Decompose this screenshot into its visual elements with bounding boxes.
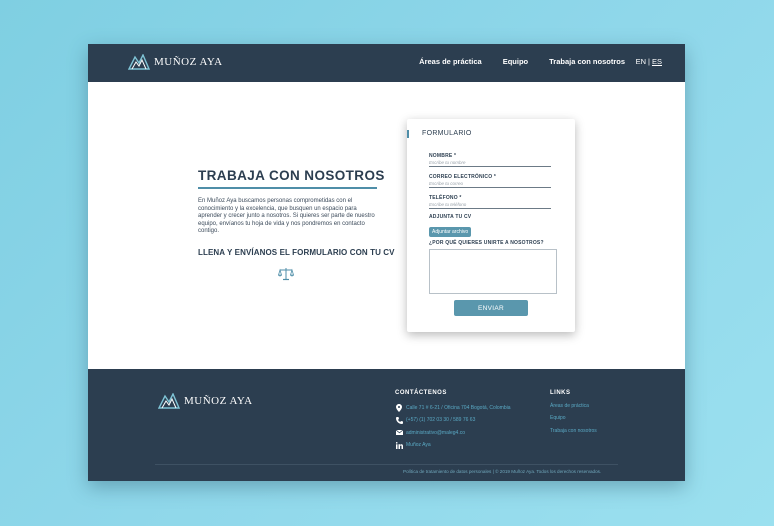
footer-links: Áreas de práctica Equipo Trabaja con nos… <box>550 402 597 439</box>
contact-address: Calle 71 # 6-21 / Oficina 704 Bogotá, Co… <box>395 402 511 414</box>
send-button[interactable]: ENVIAR <box>454 300 528 316</box>
lang-es[interactable]: ES <box>652 57 662 66</box>
brand-logo[interactable]: MUÑOZ AYA <box>128 54 223 70</box>
mountain-logo-icon <box>158 393 180 409</box>
browser-window: MUÑOZ AYA Áreas de práctica Equipo Traba… <box>88 44 685 481</box>
footer-brand-name: MUÑOZ AYA <box>184 395 253 407</box>
site-header: MUÑOZ AYA Áreas de práctica Equipo Traba… <box>88 44 685 82</box>
contact-email: administrativo@maleg4.co <box>395 427 511 439</box>
form-callout: LLENA Y ENVÍANOS EL FORMULARIO CON TU CV <box>198 247 395 257</box>
contact-phone-text[interactable]: (+57) (1) 702 03 30 / 589 76 63 <box>406 417 475 423</box>
scales-of-justice-icon <box>278 267 294 281</box>
phone-field-group: TELÉFONO * <box>429 195 551 209</box>
nav-item-equipo[interactable]: Equipo <box>503 57 528 66</box>
intro-paragraph: En Muñoz Aya buscamos personas compromet… <box>198 198 375 235</box>
name-input[interactable] <box>429 159 551 167</box>
cv-label: ADJUNTA TU CV <box>429 214 472 220</box>
footer-divider <box>155 464 618 465</box>
intro-section: TRABAJA CON NOSOTROS En Muñoz Aya buscam… <box>198 168 395 281</box>
language-switcher: EN | ES <box>636 57 662 66</box>
why-textarea[interactable] <box>429 249 557 294</box>
application-form: FORMULARIO NOMBRE * CORREO ELECTRÓNICO *… <box>407 119 575 332</box>
main-nav: Áreas de práctica Equipo Trabaja con nos… <box>419 57 625 66</box>
contact-heading: CONTÁCTENOS <box>395 390 447 396</box>
form-title-marker <box>407 130 409 138</box>
contact-list: Calle 71 # 6-21 / Oficina 704 Bogotá, Co… <box>395 402 511 451</box>
title-underline <box>198 187 377 189</box>
why-label: ¿POR QUÉ QUIERES UNIRTE A NOSOTROS? <box>429 240 544 246</box>
why-field-group: ¿POR QUÉ QUIERES UNIRTE A NOSOTROS? <box>429 240 557 294</box>
email-field-group: CORREO ELECTRÓNICO * <box>429 174 551 188</box>
contact-phone: (+57) (1) 702 03 30 / 589 76 63 <box>395 414 511 426</box>
footer-link-equipo[interactable]: Equipo <box>550 414 597 426</box>
page-title: TRABAJA CON NOSOTROS <box>198 168 385 183</box>
phone-icon <box>395 416 403 424</box>
contact-linkedin-text[interactable]: Muñoz Aya <box>406 442 431 448</box>
email-input[interactable] <box>429 180 551 188</box>
main-content: TRABAJA CON NOSOTROS En Muñoz Aya buscam… <box>88 82 685 369</box>
brand-name: MUÑOZ AYA <box>154 56 223 68</box>
contact-linkedin: Muñoz Aya <box>395 439 511 451</box>
phone-input[interactable] <box>429 201 551 209</box>
lang-separator: | <box>648 57 650 66</box>
mail-icon <box>395 429 403 437</box>
contact-address-text[interactable]: Calle 71 # 6-21 / Oficina 704 Bogotá, Co… <box>406 405 511 411</box>
contact-email-text[interactable]: administrativo@maleg4.co <box>406 430 465 436</box>
site-footer: MUÑOZ AYA CONTÁCTENOS Calle 71 # 6-21 / … <box>88 369 685 481</box>
location-pin-icon <box>395 404 403 413</box>
links-heading: LINKS <box>550 390 571 396</box>
form-title: FORMULARIO <box>422 130 472 137</box>
footer-link-areas[interactable]: Áreas de práctica <box>550 402 597 414</box>
linkedin-icon <box>395 441 403 449</box>
attach-file-button[interactable]: Adjuntar archivo <box>429 227 472 237</box>
footer-logo[interactable]: MUÑOZ AYA <box>158 393 253 409</box>
nav-item-trabaja[interactable]: Trabaja con nosotros <box>549 57 625 66</box>
mountain-logo-icon <box>128 54 150 70</box>
name-field-group: NOMBRE * <box>429 153 551 167</box>
nav-item-areas[interactable]: Áreas de práctica <box>419 57 482 66</box>
cv-field-group: ADJUNTA TU CV Adjuntar archivo <box>429 214 551 238</box>
footer-link-trabaja[interactable]: Trabaja con nosotros <box>550 427 597 439</box>
lang-en[interactable]: EN <box>636 57 646 66</box>
legal-text[interactable]: Política de tratamiento de datos persona… <box>403 469 601 474</box>
